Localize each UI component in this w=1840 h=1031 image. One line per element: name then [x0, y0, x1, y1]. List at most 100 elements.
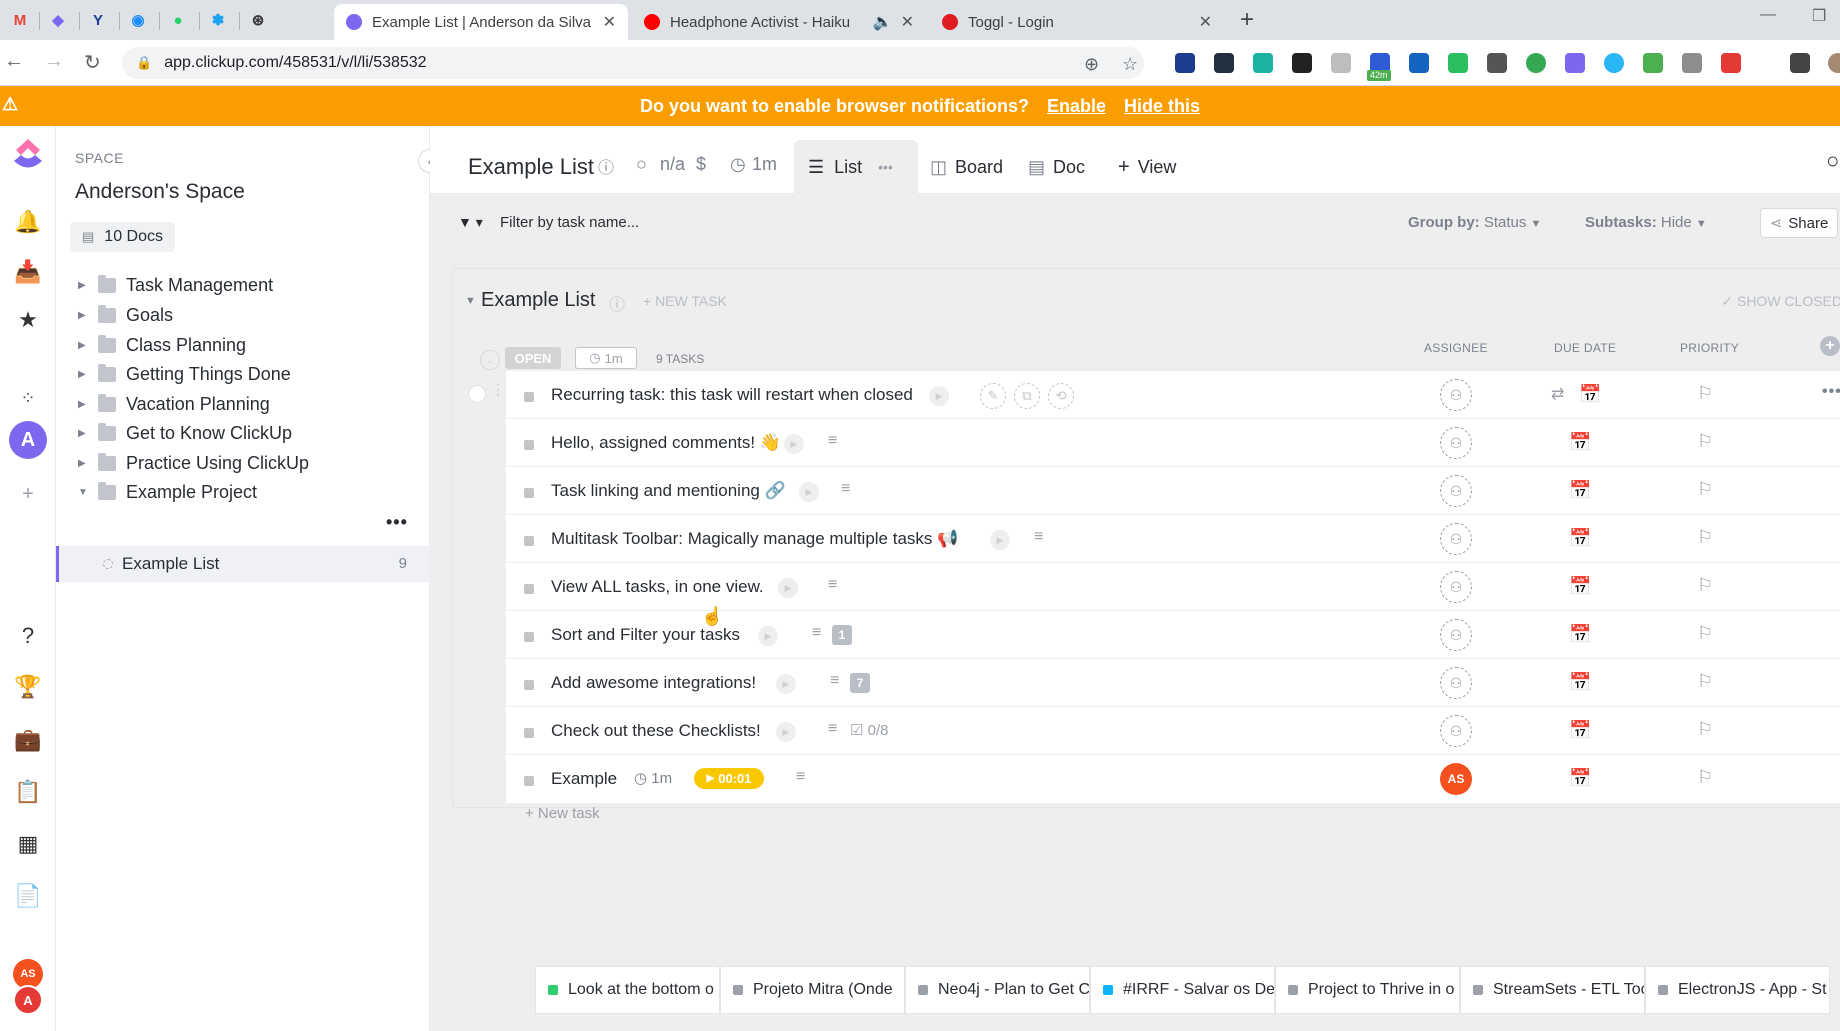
- plus-icon[interactable]: +: [8, 478, 48, 510]
- sidebar-folder[interactable]: ▶ Task Management: [78, 272, 273, 298]
- extension-icon[interactable]: [1682, 53, 1702, 73]
- extension-icon[interactable]: [1253, 53, 1273, 73]
- task-status-square[interactable]: [524, 680, 534, 690]
- tab-close-icon[interactable]: ✕: [1199, 12, 1212, 32]
- new-task-button[interactable]: + New task: [525, 805, 600, 822]
- task-status-square[interactable]: [524, 392, 534, 402]
- tab-headphone-activist[interactable]: Headphone Activist - Haiku 🔈 ✕: [632, 4, 926, 40]
- flag-icon[interactable]: ⚐: [1697, 671, 1713, 692]
- task-row[interactable]: Example ◷ 1m ▶ 00:01 ≡ AS 📅 ⚐: [506, 755, 1840, 803]
- task-row[interactable]: Recurring task: this task will restart w…: [506, 371, 1840, 419]
- time-estimate[interactable]: ◷ 1m: [634, 769, 672, 787]
- forward-icon[interactable]: →: [44, 50, 64, 73]
- workspace-avatar[interactable]: A: [8, 421, 48, 459]
- task-status-square[interactable]: [524, 728, 534, 738]
- gmail-pinned-tab[interactable]: M: [2, 6, 38, 34]
- flag-icon[interactable]: ⚐: [1697, 623, 1713, 644]
- enable-notifications-link[interactable]: Enable: [1047, 96, 1106, 117]
- caret-down-icon[interactable]: ▼: [78, 487, 92, 498]
- tray-item[interactable]: StreamSets - ETL Too: [1460, 966, 1645, 1014]
- tab-board-view[interactable]: ◫ Board: [930, 140, 1003, 194]
- assignee-avatar[interactable]: AS: [1440, 763, 1472, 795]
- row-menu-icon[interactable]: •••: [1822, 383, 1840, 401]
- play-timer-icon[interactable]: ▶: [929, 386, 949, 406]
- caret-right-icon[interactable]: ▶: [78, 340, 92, 351]
- hide-banner-link[interactable]: Hide this: [1124, 96, 1200, 117]
- apps-icon[interactable]: ⁘: [8, 382, 48, 414]
- recurring-icon[interactable]: ⟲: [1048, 383, 1074, 409]
- bell-icon[interactable]: 🔔: [8, 206, 48, 238]
- reload-icon[interactable]: ↻: [84, 50, 101, 75]
- time-estimate-icon[interactable]: ◷: [730, 154, 746, 175]
- checklist-progress[interactable]: ☑ 0/8: [850, 721, 888, 739]
- tab-list-view[interactable]: ☰ List •••: [794, 140, 918, 194]
- extension-icon[interactable]: [1214, 53, 1234, 73]
- calendar-icon[interactable]: 📅: [1569, 672, 1591, 693]
- sidebar-folder[interactable]: ▶ Getting Things Done: [78, 361, 291, 387]
- tray-item[interactable]: Look at the bottom o: [535, 966, 720, 1014]
- clickup-logo[interactable]: [8, 138, 48, 170]
- calendar-icon[interactable]: 📅: [1569, 480, 1591, 501]
- task-name[interactable]: Add awesome integrations!: [551, 673, 756, 693]
- sidebar-folder[interactable]: ▶ Goals: [78, 302, 173, 328]
- calendar-icon[interactable]: 📅: [1569, 720, 1591, 741]
- caret-right-icon[interactable]: ▶: [78, 310, 92, 321]
- subtask-count-badge[interactable]: 7: [850, 673, 870, 693]
- add-assignee-icon[interactable]: ⚇: [1440, 715, 1472, 747]
- collapse-group-icon[interactable]: ▼: [465, 295, 476, 307]
- add-assignee-icon[interactable]: ⚇: [1440, 667, 1472, 699]
- space-name[interactable]: Anderson's Space: [75, 180, 245, 204]
- star-icon[interactable]: ☆: [1122, 54, 1138, 75]
- evernote-icon[interactable]: [1448, 53, 1468, 73]
- restore-icon[interactable]: ❐: [1812, 6, 1826, 26]
- play-timer-icon[interactable]: ▶: [776, 722, 796, 742]
- task-name[interactable]: Check out these Checklists!: [551, 721, 761, 741]
- task-status-square[interactable]: [524, 536, 534, 546]
- search-icon[interactable]: ○: [1826, 148, 1839, 174]
- column-header-priority[interactable]: PRIORITY: [1680, 341, 1739, 355]
- tab-doc-view[interactable]: ▤ Doc: [1028, 140, 1085, 194]
- flag-icon[interactable]: ⚐: [1697, 479, 1713, 500]
- flag-icon[interactable]: ⚐: [1697, 431, 1713, 452]
- flag-icon[interactable]: ⚐: [1697, 383, 1713, 404]
- repeat-icon[interactable]: ⇄: [1551, 384, 1564, 404]
- task-status-square[interactable]: [524, 632, 534, 642]
- subtask-count-badge[interactable]: 1: [832, 625, 852, 645]
- user-avatar-small[interactable]: A: [8, 984, 48, 1016]
- add-view-button[interactable]: + View: [1118, 140, 1176, 194]
- add-assignee-icon[interactable]: ⚇: [1440, 475, 1472, 507]
- flag-icon[interactable]: ⚐: [1697, 767, 1713, 788]
- add-assignee-icon[interactable]: ⚇: [1440, 523, 1472, 555]
- tray-item[interactable]: Projeto Mitra (Onde: [720, 966, 905, 1014]
- inbox-icon[interactable]: 📥: [8, 256, 48, 288]
- calendar-icon[interactable]: 📅: [1579, 384, 1601, 405]
- extension-icon[interactable]: [1721, 53, 1741, 73]
- trophy-icon[interactable]: 🏆: [8, 671, 48, 703]
- sidebar-folder[interactable]: ▶ Practice Using ClickUp: [78, 450, 309, 476]
- calendar-icon[interactable]: 📅: [1569, 576, 1591, 597]
- add-assignee-icon[interactable]: ⚇: [1440, 379, 1472, 411]
- clickup-extension-icon[interactable]: [1565, 53, 1585, 73]
- docs-button[interactable]: ▤ 10 Docs: [70, 222, 175, 252]
- task-name[interactable]: Multitask Toolbar: Magically manage mult…: [551, 529, 958, 549]
- caret-right-icon[interactable]: ▶: [78, 428, 92, 439]
- back-icon[interactable]: ←: [4, 50, 24, 73]
- edit-icon[interactable]: ✎: [980, 383, 1006, 409]
- status-time-tracked[interactable]: ◷ 1m: [575, 347, 637, 369]
- extension-icon[interactable]: [1175, 53, 1195, 73]
- task-name[interactable]: Sort and Filter your tasks: [551, 625, 740, 645]
- task-row[interactable]: Check out these Checklists! ▶ ≡ ☑ 0/8 ⚇ …: [506, 707, 1840, 755]
- calendar-icon[interactable]: 📅: [1569, 432, 1591, 453]
- flag-icon[interactable]: ⚐: [1697, 719, 1713, 740]
- group-by-control[interactable]: Group by: Status ▼: [1408, 214, 1541, 231]
- yammer-pinned-tab[interactable]: Y: [80, 6, 116, 34]
- task-status-square[interactable]: [524, 776, 534, 786]
- play-timer-icon[interactable]: ▶: [784, 434, 804, 454]
- calendar-icon[interactable]: 📅: [1569, 624, 1591, 645]
- task-row[interactable]: Task linking and mentioning 🔗 ▶ ≡ ⚇ 📅 ⚐: [506, 467, 1840, 515]
- document-icon[interactable]: 📄: [8, 880, 48, 912]
- tab-example-list[interactable]: Example List | Anderson da Silva ✕: [334, 4, 628, 40]
- dashboard-icon[interactable]: ▦: [8, 828, 48, 860]
- sidebar-folder[interactable]: ▶ Class Planning: [78, 332, 246, 358]
- sidebar-folder[interactable]: ▶ Vacation Planning: [78, 391, 270, 417]
